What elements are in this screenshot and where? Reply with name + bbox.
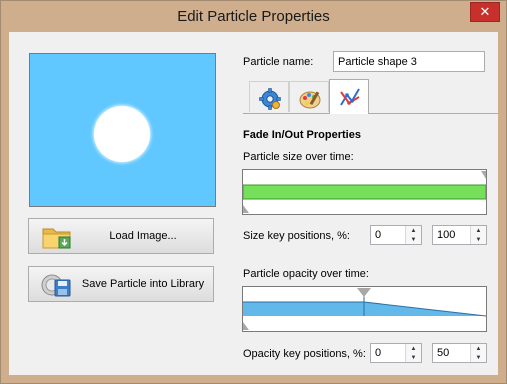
dialog-body: Load Image... Save Particle into Library…: [9, 32, 498, 375]
opacity-curve-graph: [243, 288, 486, 330]
spinner-down-icon[interactable]: ▼: [406, 235, 421, 244]
size-key-end-spinner[interactable]: 100 ▲ ▼: [432, 225, 487, 245]
tab-fade[interactable]: [329, 79, 369, 114]
size-key-end-value: 100: [437, 229, 456, 241]
palette-icon: [299, 91, 321, 109]
tab-color[interactable]: [289, 81, 329, 112]
spinner-down-icon[interactable]: ▼: [471, 353, 486, 362]
opacity-key-start-spinner[interactable]: 0 ▲ ▼: [370, 343, 422, 363]
window-title: Edit Particle Properties: [177, 8, 330, 25]
save-to-library-label: Save Particle into Library: [81, 278, 205, 290]
load-image-label: Load Image...: [109, 230, 177, 242]
size-curve-band: [243, 184, 486, 200]
spinner-up-icon[interactable]: ▲: [406, 344, 421, 353]
size-key-end-marker: [481, 171, 486, 179]
title-bar[interactable]: Edit Particle Properties ✕: [1, 1, 506, 31]
close-icon: ✕: [479, 4, 491, 19]
spinner-down-icon[interactable]: ▼: [406, 353, 421, 362]
size-keys-label: Size key positions, %:: [243, 230, 350, 242]
dialog-window: Edit Particle Properties ✕ Load Image...: [0, 0, 507, 384]
tab-general[interactable]: [249, 81, 289, 112]
spinner-down-icon[interactable]: ▼: [471, 235, 486, 244]
opacity-key-start-value: 0: [375, 347, 382, 359]
close-button[interactable]: ✕: [470, 2, 500, 22]
opacity-curve-editor[interactable]: [242, 286, 487, 332]
opacity-key-end-marker: [357, 288, 371, 297]
folder-icon: [42, 228, 71, 249]
size-over-time-label: Particle size over time:: [243, 151, 354, 163]
opacity-keys-label: Opacity key positions, %:: [243, 348, 366, 360]
particle-name-input[interactable]: [333, 51, 485, 72]
spinner-arrows[interactable]: ▲ ▼: [405, 226, 421, 244]
opacity-over-time-label: Particle opacity over time:: [243, 268, 369, 280]
size-curve-editor[interactable]: [242, 169, 487, 215]
particle-name-label: Particle name:: [243, 56, 314, 68]
size-curve-graph: [243, 171, 486, 213]
tab-strip-border: [243, 113, 498, 114]
particle-shape: [94, 106, 150, 162]
load-image-button[interactable]: Load Image...: [28, 218, 214, 254]
opacity-key-start-marker: [243, 322, 249, 330]
size-key-start-value: 0: [375, 229, 382, 241]
size-key-start-marker: [243, 205, 249, 213]
spinner-arrows[interactable]: ▲ ▼: [470, 226, 486, 244]
gear-icon: [259, 88, 281, 110]
fade-heading: Fade In/Out Properties: [243, 129, 361, 141]
opacity-key-end-spinner[interactable]: 50 ▲ ▼: [432, 343, 487, 363]
size-key-start-spinner[interactable]: 0 ▲ ▼: [370, 225, 422, 245]
opacity-key-end-value: 50: [437, 347, 450, 359]
spinner-arrows[interactable]: ▲ ▼: [405, 344, 421, 362]
save-disk-icon: [41, 274, 71, 297]
curve-graph-icon: [340, 88, 360, 106]
spinner-arrows[interactable]: ▲ ▼: [470, 344, 486, 362]
spinner-up-icon[interactable]: ▲: [471, 344, 486, 353]
spinner-up-icon[interactable]: ▲: [471, 226, 486, 235]
save-to-library-button[interactable]: Save Particle into Library: [28, 266, 214, 302]
spinner-up-icon[interactable]: ▲: [406, 226, 421, 235]
particle-preview: [29, 53, 216, 207]
